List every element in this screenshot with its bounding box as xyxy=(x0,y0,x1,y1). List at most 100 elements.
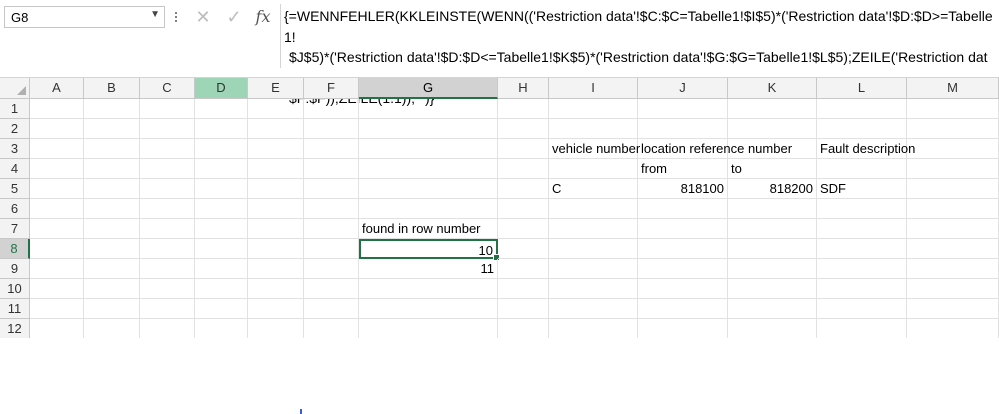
cell-j3[interactable]: location reference number xyxy=(638,139,792,159)
cell-a12[interactable] xyxy=(30,319,84,339)
cell-b12[interactable] xyxy=(84,319,140,339)
row-header-8[interactable]: 8 xyxy=(0,239,30,259)
cell-e11[interactable] xyxy=(248,299,304,319)
cell-d12[interactable] xyxy=(195,319,248,339)
cell-j9[interactable] xyxy=(638,259,728,279)
cell-h3[interactable] xyxy=(498,139,549,159)
row-header-3[interactable]: 3 xyxy=(0,139,30,159)
cell-g6[interactable] xyxy=(359,199,498,219)
column-header-f[interactable]: F xyxy=(304,78,359,99)
cell-l5[interactable]: SDF xyxy=(817,179,907,199)
cell-c2[interactable] xyxy=(140,119,195,139)
formula-line-1[interactable]: {=WENNFEHLER(KKLEINSTE(WENN(('Restrictio… xyxy=(284,6,996,47)
column-header-c[interactable]: C xyxy=(140,78,195,99)
cell-l6[interactable] xyxy=(817,199,907,219)
cell-i11[interactable] xyxy=(549,299,638,319)
cell-k10[interactable] xyxy=(728,279,817,299)
cell-i5[interactable]: C xyxy=(549,179,638,199)
cell-b6[interactable] xyxy=(84,199,140,219)
cell-e3[interactable] xyxy=(248,139,304,159)
column-header-j[interactable]: J xyxy=(638,78,728,99)
cell-g1[interactable] xyxy=(359,99,498,119)
cell-i2[interactable] xyxy=(549,119,638,139)
column-header-k[interactable]: K xyxy=(728,78,817,99)
cell-l1[interactable] xyxy=(817,99,907,119)
cell-a4[interactable] xyxy=(30,159,84,179)
cell-m7[interactable] xyxy=(907,219,999,239)
cell-a2[interactable] xyxy=(30,119,84,139)
cell-c12[interactable] xyxy=(140,319,195,339)
cell-f2[interactable] xyxy=(304,119,359,139)
cell-k3[interactable] xyxy=(728,139,817,159)
cell-d8[interactable] xyxy=(195,239,248,259)
name-box-value[interactable]: G8 xyxy=(11,10,28,25)
cell-k7[interactable] xyxy=(728,219,817,239)
select-all-icon[interactable] xyxy=(17,86,26,95)
cell-l2[interactable] xyxy=(817,119,907,139)
cell-b10[interactable] xyxy=(84,279,140,299)
row-header-10[interactable]: 10 xyxy=(0,279,30,299)
cell-j2[interactable] xyxy=(638,119,728,139)
name-box[interactable]: G8 ▼ xyxy=(4,6,165,28)
row-header-9[interactable]: 9 xyxy=(0,259,30,279)
cell-h2[interactable] xyxy=(498,119,549,139)
cell-d11[interactable] xyxy=(195,299,248,319)
cell-m11[interactable] xyxy=(907,299,999,319)
row-header-12[interactable]: 12 xyxy=(0,319,30,339)
cell-b8[interactable] xyxy=(84,239,140,259)
cell-e2[interactable] xyxy=(248,119,304,139)
cell-d1[interactable] xyxy=(195,99,248,119)
cell-k5[interactable]: 818200 xyxy=(728,179,817,199)
cell-b11[interactable] xyxy=(84,299,140,319)
cell-k1[interactable] xyxy=(728,99,817,119)
cell-i7[interactable] xyxy=(549,219,638,239)
cell-m10[interactable] xyxy=(907,279,999,299)
column-header-l[interactable]: L xyxy=(817,78,907,99)
cell-d6[interactable] xyxy=(195,199,248,219)
cell-j4[interactable]: from xyxy=(638,159,728,179)
cell-f1[interactable] xyxy=(304,99,359,119)
column-header-a[interactable]: A xyxy=(30,78,84,99)
cell-c8[interactable] xyxy=(140,239,195,259)
cell-g5[interactable] xyxy=(359,179,498,199)
cell-l11[interactable] xyxy=(817,299,907,319)
column-header-i[interactable]: I xyxy=(549,78,638,99)
cell-k2[interactable] xyxy=(728,119,817,139)
cell-j11[interactable] xyxy=(638,299,728,319)
cell-i12[interactable] xyxy=(549,319,638,339)
fx-icon[interactable]: fx xyxy=(252,5,274,29)
cell-m9[interactable] xyxy=(907,259,999,279)
cell-d5[interactable] xyxy=(195,179,248,199)
cell-b3[interactable] xyxy=(84,139,140,159)
cell-f3[interactable] xyxy=(304,139,359,159)
column-header-g[interactable]: G xyxy=(359,78,498,99)
row-header-11[interactable]: 11 xyxy=(0,299,30,319)
cell-i10[interactable] xyxy=(549,279,638,299)
cell-c6[interactable] xyxy=(140,199,195,219)
cell-d7[interactable] xyxy=(195,219,248,239)
cell-f6[interactable] xyxy=(304,199,359,219)
cell-a8[interactable] xyxy=(30,239,84,259)
cell-g9[interactable]: 11 xyxy=(359,259,498,279)
cell-e1[interactable] xyxy=(248,99,304,119)
cell-l8[interactable] xyxy=(817,239,907,259)
cell-g11[interactable] xyxy=(359,299,498,319)
cell-i1[interactable] xyxy=(549,99,638,119)
cell-e6[interactable] xyxy=(248,199,304,219)
column-header-d[interactable]: D xyxy=(195,78,248,99)
select-all-button[interactable] xyxy=(0,78,30,99)
cell-j6[interactable] xyxy=(638,199,728,219)
cell-h1[interactable] xyxy=(498,99,549,119)
cell-g3[interactable] xyxy=(359,139,498,159)
cell-i8[interactable] xyxy=(549,239,638,259)
row-header-4[interactable]: 4 xyxy=(0,159,30,179)
cell-i3[interactable]: vehicle number xyxy=(549,139,640,159)
cell-c7[interactable] xyxy=(140,219,195,239)
cell-d3[interactable] xyxy=(195,139,248,159)
cell-e8[interactable] xyxy=(248,239,304,259)
cell-b4[interactable] xyxy=(84,159,140,179)
cell-i4[interactable] xyxy=(549,159,638,179)
cell-g7[interactable]: found in row number xyxy=(359,219,498,239)
column-header-m[interactable]: M xyxy=(907,78,999,99)
cell-b7[interactable] xyxy=(84,219,140,239)
